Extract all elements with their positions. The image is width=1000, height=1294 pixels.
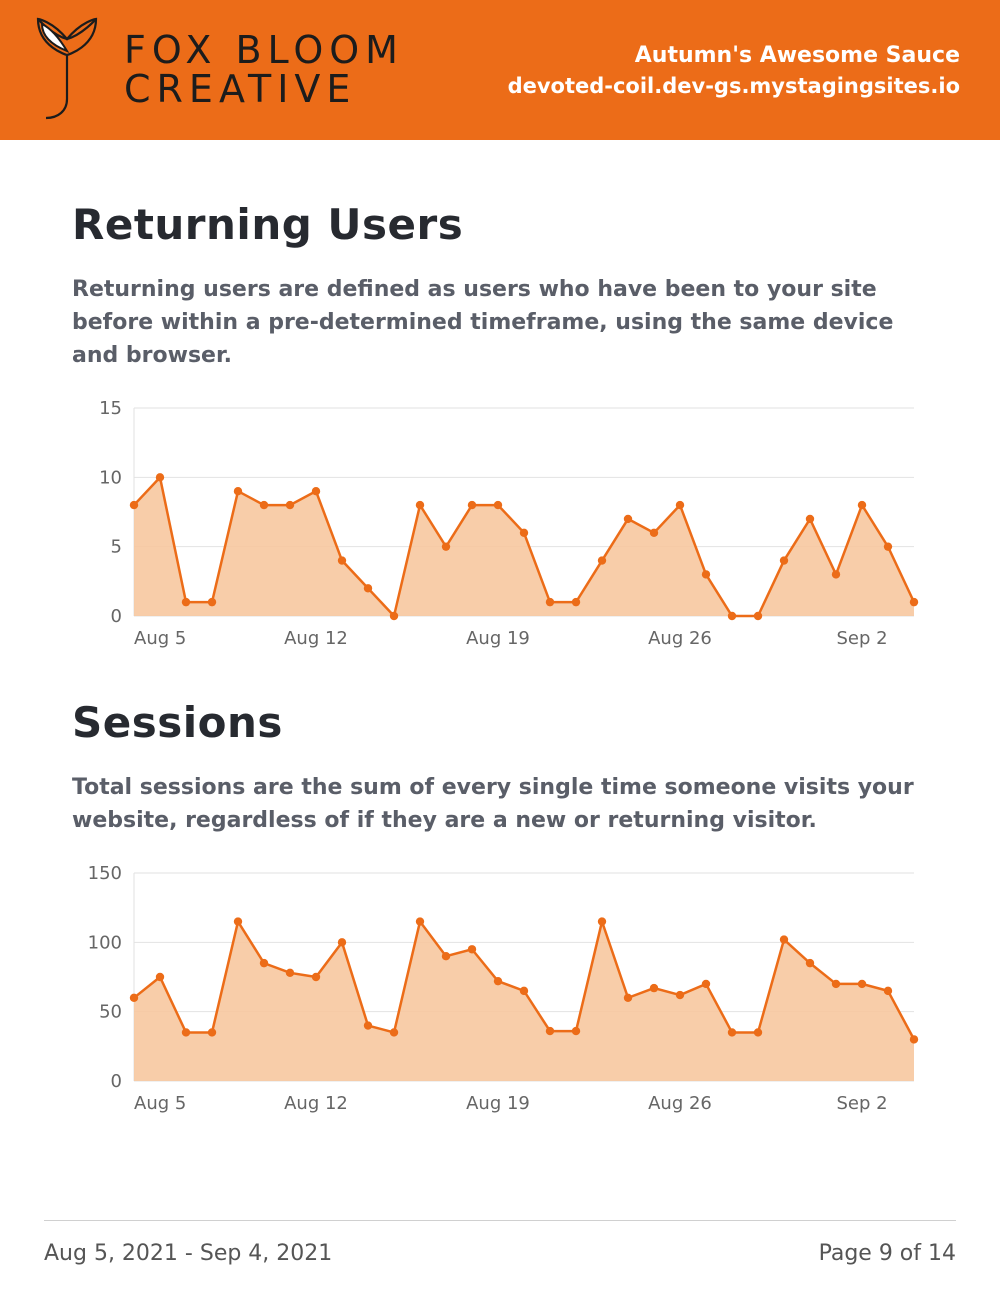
svg-text:Aug 5: Aug 5 [134, 1093, 186, 1114]
footer-date-range: Aug 5, 2021 - Sep 4, 2021 [44, 1241, 332, 1266]
brand-line-2: CREATIVE [124, 70, 404, 109]
sessions-chart: 0 50 100 150 Aug 5 Aug 12 Aug 19 Aug 26 Sep 2 [72, 859, 932, 1119]
svg-text:15: 15 [99, 398, 122, 419]
svg-text:5: 5 [111, 537, 122, 558]
svg-text:0: 0 [111, 606, 122, 627]
svg-text:Aug 12: Aug 12 [284, 628, 348, 649]
returning-users-desc: Returning users are defined as users who… [72, 273, 928, 372]
svg-text:10: 10 [99, 467, 122, 488]
svg-text:Aug 12: Aug 12 [284, 1093, 348, 1114]
svg-text:50: 50 [99, 1002, 122, 1023]
brand-line-1: FOX BLOOM [124, 31, 404, 70]
tulip-logo-icon [28, 13, 106, 127]
sessions-desc: Total sessions are the sum of every sing… [72, 771, 928, 837]
svg-text:Sep 2: Sep 2 [836, 1093, 887, 1114]
header-client-info: Autumn's Awesome Sauce devoted-coil.dev-… [508, 43, 960, 98]
report-footer: Aug 5, 2021 - Sep 4, 2021 Page 9 of 14 [44, 1220, 956, 1266]
svg-text:100: 100 [88, 932, 122, 953]
client-domain: devoted-coil.dev-gs.mystagingsites.io [508, 74, 960, 98]
svg-text:Aug 26: Aug 26 [648, 628, 712, 649]
report-body: Returning Users Returning users are defi… [0, 140, 1000, 1119]
report-header: FOX BLOOM CREATIVE Autumn's Awesome Sauc… [0, 0, 1000, 140]
returning-users-title: Returning Users [72, 200, 928, 249]
svg-text:Aug 26: Aug 26 [648, 1093, 712, 1114]
sessions-title: Sessions [72, 698, 928, 747]
svg-text:Aug 19: Aug 19 [466, 1093, 530, 1114]
svg-text:Aug 19: Aug 19 [466, 628, 530, 649]
svg-text:Aug 5: Aug 5 [134, 628, 186, 649]
returning-users-chart: 0 5 10 15 Aug 5 Aug 12 Aug 19 Aug 26 Sep 2 [72, 394, 932, 654]
svg-text:0: 0 [111, 1071, 122, 1092]
footer-page-number: Page 9 of 14 [819, 1241, 956, 1266]
client-name: Autumn's Awesome Sauce [508, 43, 960, 68]
brand-name: FOX BLOOM CREATIVE [124, 31, 404, 109]
brand-block: FOX BLOOM CREATIVE [28, 13, 404, 127]
svg-text:Sep 2: Sep 2 [836, 628, 887, 649]
svg-text:150: 150 [88, 863, 122, 884]
